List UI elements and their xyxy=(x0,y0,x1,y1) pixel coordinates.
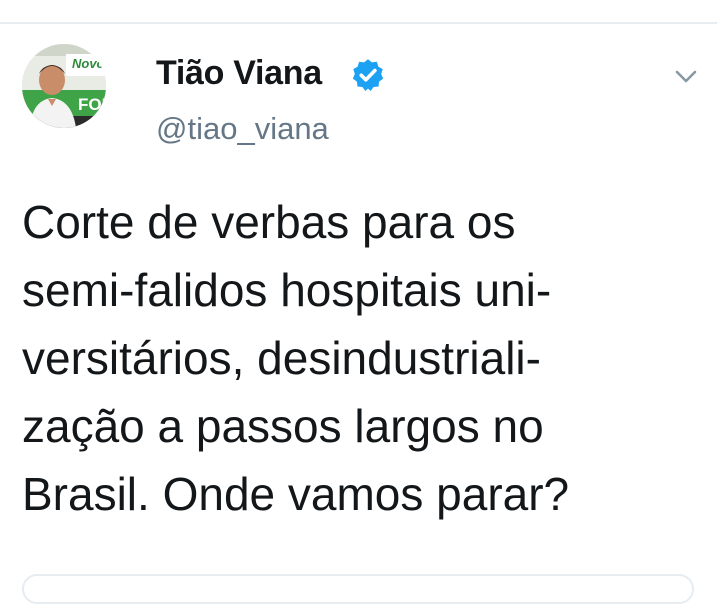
tweet-text-line: versitários, desindustriali- xyxy=(22,332,541,384)
tweet-text-line: Corte de verbas para os xyxy=(22,196,516,248)
user-handle[interactable]: @tiao_viana xyxy=(156,111,329,147)
tweet-text-line: Brasil. Onde vamos parar? xyxy=(22,468,570,520)
avatar-photo: Novo FOR xyxy=(22,44,106,128)
avatar-banner-text-mid: FOR xyxy=(78,95,106,114)
tweet-text-line: semi-falidos hospitais uni- xyxy=(22,264,552,316)
avatar-banner-text-top: Novo xyxy=(72,56,105,71)
top-divider xyxy=(0,22,717,24)
embedded-card-edge[interactable] xyxy=(22,574,694,604)
avatar[interactable]: Novo FOR xyxy=(22,44,106,128)
chevron-down-icon[interactable] xyxy=(670,62,702,90)
verified-badge-icon xyxy=(352,59,384,92)
display-name[interactable]: Tião Viana xyxy=(156,54,322,93)
tweet-text: Corte de verbas para os semi-falidos hos… xyxy=(22,188,702,528)
tweet-text-line: zação a passos largos no xyxy=(22,400,544,452)
